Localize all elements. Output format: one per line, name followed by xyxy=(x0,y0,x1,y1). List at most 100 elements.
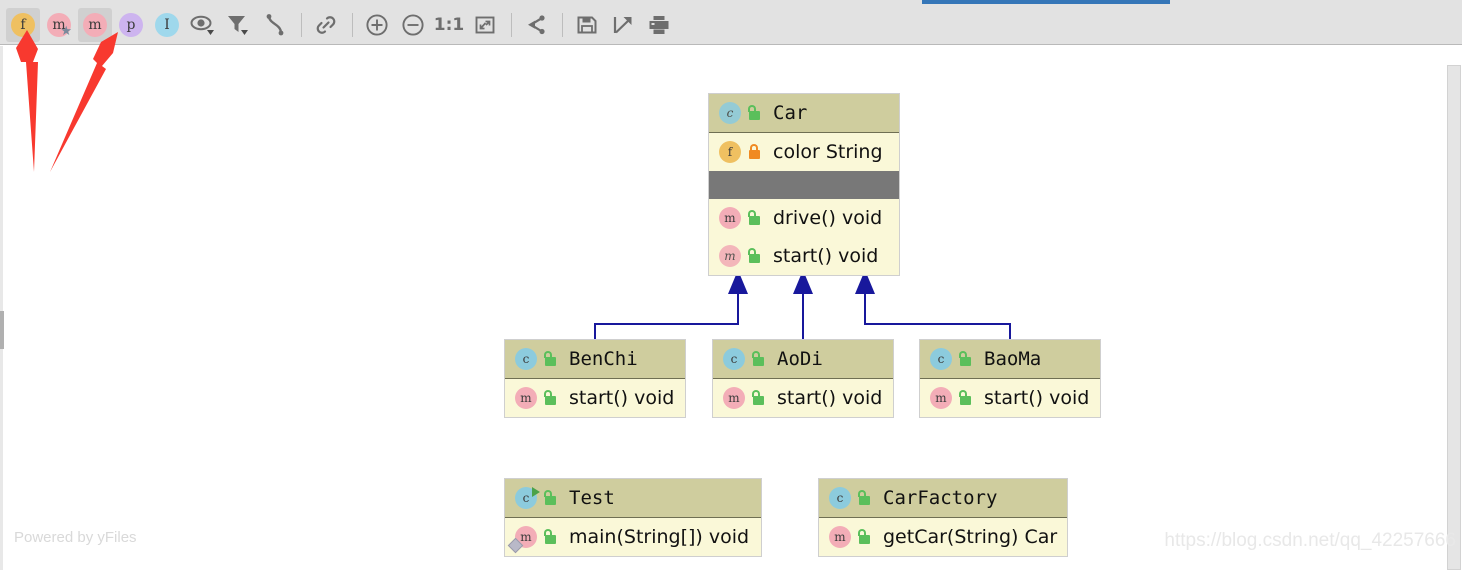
uml-method-row[interactable]: m start() void xyxy=(713,379,893,417)
method-m-icon: m xyxy=(719,245,741,267)
private-lock-icon xyxy=(747,144,761,160)
uml-method-row[interactable]: m start() void xyxy=(505,379,685,417)
method-m-icon: m xyxy=(829,526,851,548)
public-unlock-icon xyxy=(958,390,972,406)
curved-edge-icon xyxy=(266,13,284,35)
static-diamond-badge-icon xyxy=(507,537,524,554)
uml-class-header: c Car xyxy=(709,94,899,133)
show-fields-toggle[interactable]: f xyxy=(6,7,40,42)
uml-class-baoma[interactable]: c BaoMa m start() void xyxy=(919,339,1101,418)
inner-class-i-icon: I xyxy=(155,12,179,37)
zoom-in-icon xyxy=(366,13,388,36)
public-unlock-icon xyxy=(857,490,871,506)
apply-layout-button[interactable] xyxy=(519,8,553,42)
public-unlock-icon xyxy=(751,390,765,406)
public-unlock-icon xyxy=(747,105,761,121)
show-inner-classes-toggle[interactable]: I xyxy=(150,8,184,42)
public-unlock-icon xyxy=(857,529,871,545)
zoom-in-button[interactable] xyxy=(360,8,394,42)
public-unlock-icon xyxy=(543,490,557,506)
uml-class-header: c BenChi xyxy=(505,340,685,379)
uml-method-signature: start() void xyxy=(569,387,675,409)
field-f-icon: f xyxy=(11,12,35,37)
uml-method-signature: start() void xyxy=(777,387,883,409)
class-c-run-icon: c xyxy=(515,487,540,509)
fit-content-icon xyxy=(475,16,495,33)
canvas-left-border xyxy=(0,46,3,570)
uml-class-header: c AoDi xyxy=(713,340,893,379)
zoom-out-icon xyxy=(402,13,424,36)
class-c-icon: c xyxy=(930,348,952,370)
uml-class-name: CarFactory xyxy=(883,487,998,509)
actual-size-button[interactable]: 1:1 xyxy=(432,8,466,42)
public-unlock-icon xyxy=(543,529,557,545)
uml-method-row[interactable]: m main(String[]) void xyxy=(505,518,761,556)
property-p-icon: p xyxy=(119,12,143,37)
uml-class-name: AoDi xyxy=(777,348,823,370)
public-unlock-icon xyxy=(958,351,972,367)
uml-class-test[interactable]: c Test m main(String[]) void xyxy=(504,478,762,557)
uml-section-divider xyxy=(709,171,899,199)
uml-class-name: Car xyxy=(773,102,808,124)
uml-method-row[interactable]: m start() void xyxy=(920,379,1100,417)
uml-method-signature: drive() void xyxy=(773,207,883,229)
uml-method-signature: getCar(String) Car xyxy=(883,526,1058,548)
toolbar-separator xyxy=(301,12,302,37)
graph-layout-icon xyxy=(528,14,545,34)
public-unlock-icon xyxy=(543,390,557,406)
class-c-icon: c xyxy=(719,102,741,124)
diagram-canvas[interactable]: c Car f color String m drive() void m st… xyxy=(0,46,1462,570)
uml-class-carfactory[interactable]: c CarFactory m getCar(String) Car xyxy=(818,478,1068,557)
filter-dropdown[interactable] xyxy=(222,8,256,42)
uml-method-signature: start() void xyxy=(773,245,879,267)
show-properties-toggle[interactable]: p xyxy=(114,8,148,42)
vertical-scrollbar[interactable] xyxy=(1447,65,1461,570)
uml-field-signature: color String xyxy=(773,141,883,163)
edge-mode-button[interactable] xyxy=(258,8,292,42)
uml-class-aodi[interactable]: c AoDi m start() void xyxy=(712,339,894,418)
uml-class-header: c Test xyxy=(505,479,761,518)
method-m-icon: m xyxy=(719,207,741,229)
uml-class-header: c BaoMa xyxy=(920,340,1100,379)
uml-field-row[interactable]: f color String xyxy=(709,133,899,171)
uml-class-benchi[interactable]: c BenChi m start() void xyxy=(504,339,686,418)
visibility-level-dropdown[interactable] xyxy=(186,8,220,42)
method-m-icon: m xyxy=(507,526,537,554)
print-button[interactable] xyxy=(642,8,676,42)
show-dependencies-button[interactable] xyxy=(309,8,343,42)
eye-dropdown-icon xyxy=(190,15,214,35)
uml-method-row[interactable]: m start() void xyxy=(709,237,899,275)
canvas-left-scroll-handle[interactable] xyxy=(0,311,4,349)
uml-class-name: BaoMa xyxy=(984,348,1042,370)
funnel-dropdown-icon xyxy=(228,15,248,35)
run-triangle-badge-icon xyxy=(532,487,540,497)
toolbar-separator xyxy=(562,12,563,37)
uml-method-signature: main(String[]) void xyxy=(569,526,750,548)
method-m-icon: m xyxy=(515,387,537,409)
export-button[interactable] xyxy=(606,8,640,42)
zoom-out-button[interactable] xyxy=(396,8,430,42)
class-c-icon: c xyxy=(829,487,851,509)
uml-class-name: BenChi xyxy=(569,348,638,370)
uml-class-car[interactable]: c Car f color String m drive() void m st… xyxy=(708,93,900,276)
show-methods-toggle[interactable]: m xyxy=(78,7,112,42)
method-m-icon: m xyxy=(723,387,745,409)
yfiles-credit-watermark: Powered by yFiles xyxy=(14,529,137,546)
url-watermark: https://blog.csdn.net/qq_42257666 xyxy=(1164,530,1456,551)
field-f-icon: f xyxy=(719,141,741,163)
public-unlock-icon xyxy=(747,210,761,226)
save-button[interactable] xyxy=(570,8,604,42)
toolbar-separator xyxy=(352,12,353,37)
toolbar-separator xyxy=(511,12,512,37)
uml-method-row[interactable]: m drive() void xyxy=(709,199,899,237)
diagram-toolbar: f m ★ m p I 1:1 xyxy=(0,5,1462,45)
method-m-icon: m xyxy=(930,387,952,409)
public-unlock-icon xyxy=(747,248,761,264)
uml-method-signature: start() void xyxy=(984,387,1090,409)
class-c-icon: c xyxy=(723,348,745,370)
star-badge-icon: ★ xyxy=(60,23,72,39)
show-inherited-members-toggle[interactable]: m ★ xyxy=(42,8,76,42)
uml-method-row[interactable]: m getCar(String) Car xyxy=(819,518,1067,556)
fit-content-button[interactable] xyxy=(468,8,502,42)
class-c-icon: c xyxy=(515,348,537,370)
